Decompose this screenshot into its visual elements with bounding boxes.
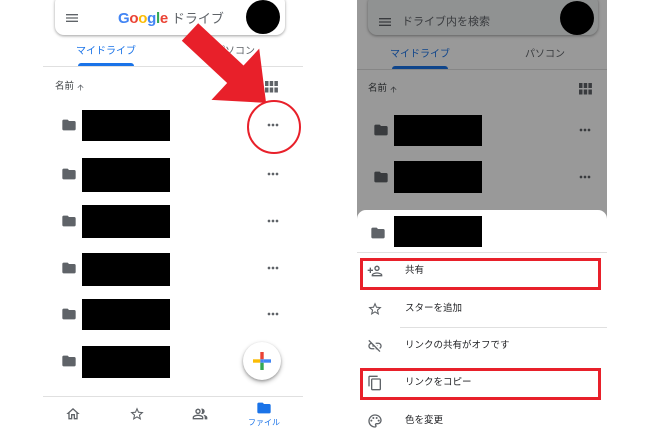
highlight-box-share (360, 258, 601, 290)
link-off-icon (367, 338, 383, 354)
folder-icon (370, 225, 386, 241)
menu-item-label: 色を変更 (405, 415, 444, 426)
highlight-box-copy-link (360, 368, 601, 400)
palette-icon (367, 413, 383, 429)
menu-item-label: スターを追加 (405, 303, 463, 314)
red-circle-annotation (247, 100, 301, 154)
menu-item-change-color[interactable]: 色を変更 (357, 403, 607, 433)
tutorial-composite: Google ドライブ マイドライブ パソコン 名前 ファイル ドライブ内を検索… (0, 0, 650, 433)
menu-item-label: リンクの共有がオフです (405, 340, 510, 351)
menu-item-link-sharing-off[interactable]: リンクの共有がオフです (357, 328, 607, 364)
star-icon (367, 301, 383, 317)
redacted-folder-name (394, 216, 482, 247)
menu-item-add-star[interactable]: スターを追加 (357, 291, 607, 327)
